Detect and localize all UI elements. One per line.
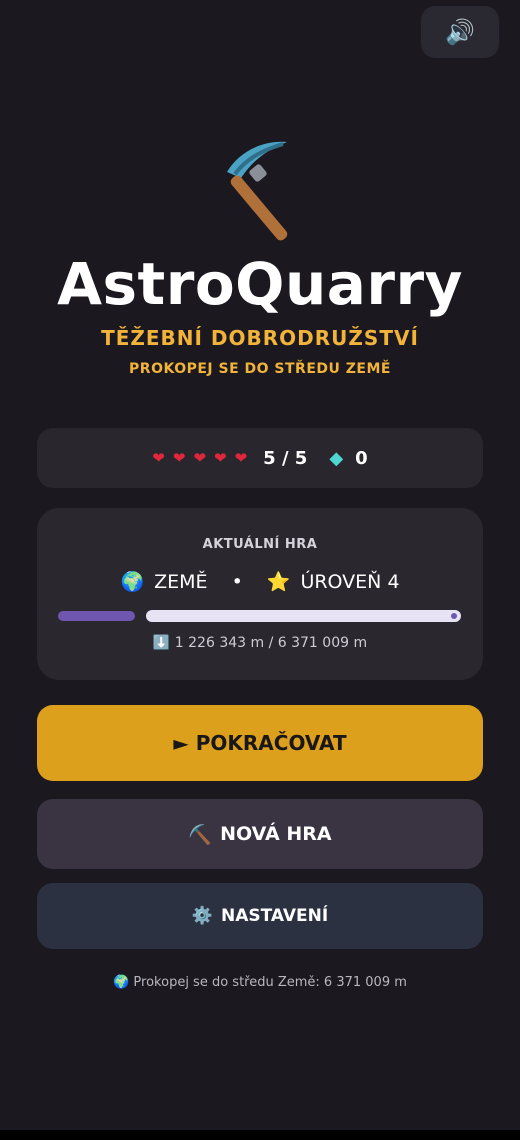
current-game-label: AKTUÁLNÍ HRA	[202, 537, 318, 552]
lives-count: 5 / 5	[263, 447, 308, 469]
depth-progress-track	[146, 610, 461, 622]
sound-toggle-button[interactable]: 🔊	[421, 6, 499, 58]
heart-icon: ❤	[172, 449, 186, 467]
footer-hint: 🌍 Prokopej se do středu Země: 6 371 009 …	[0, 975, 520, 990]
pickaxe-small-icon: ⛏️	[188, 823, 213, 846]
stats-bar: ❤ ❤ ❤ ❤ ❤ 5 / 5 ◆ 0	[37, 428, 483, 488]
earth-icon: 🌍	[120, 571, 145, 593]
bottom-bar	[0, 1130, 520, 1140]
planet-name: ZEMĚ	[154, 570, 208, 593]
gem-icon: ◆	[329, 447, 344, 469]
game-info-row: 🌍 ZEMĚ • ⭐ ÚROVEŇ 4	[37, 570, 483, 594]
continue-label: ► POKRAČOVAT	[173, 731, 347, 755]
game-title: AstroQuarry	[57, 250, 463, 318]
depth-progress-bar	[58, 610, 461, 622]
heart-icon: ❤	[152, 449, 165, 467]
footer-text: Prokopej se do středu Země: 6 371 009 m	[133, 975, 407, 990]
progress-end-dot	[451, 613, 457, 619]
speaker-icon: 🔊	[445, 18, 475, 46]
level-label: ÚROVEŇ 4	[300, 570, 400, 593]
continue-button[interactable]: ► POKRAČOVAT	[37, 705, 483, 781]
down-arrow-icon: ⬇️	[152, 635, 171, 651]
game-subtitle: TĚŽEBNÍ DOBRODRUŽSTVÍ	[101, 326, 419, 350]
current-game-card: AKTUÁLNÍ HRA 🌍 ZEMĚ • ⭐ ÚROVEŇ 4 ⬇️ 1 22…	[37, 508, 483, 680]
game-tagline: PROKOPEJ SE DO STŘEDU ZEMĚ	[129, 361, 391, 377]
settings-button[interactable]: ⚙️ NASTAVENÍ	[37, 883, 483, 949]
heart-icon: ❤	[193, 449, 207, 467]
depth-value: 1 226 343 m / 6 371 009 m	[174, 635, 368, 651]
new-game-button[interactable]: ⛏️ NOVÁ HRA	[37, 799, 483, 869]
depth-readout: ⬇️ 1 226 343 m / 6 371 009 m	[37, 635, 483, 651]
hearts: ❤ ❤ ❤ ❤ ❤	[152, 449, 247, 467]
gem-count: 0	[355, 447, 368, 469]
globe-icon: 🌍	[113, 975, 130, 990]
settings-label: NASTAVENÍ	[220, 906, 329, 926]
separator: •	[231, 570, 243, 593]
heart-icon: ❤	[214, 449, 227, 467]
depth-progress-fill	[58, 611, 136, 621]
pickaxe-icon	[227, 141, 288, 241]
gear-icon: ⚙️	[191, 906, 213, 926]
heart-icon: ❤	[234, 449, 248, 467]
star-icon: ⭐	[266, 571, 291, 593]
new-game-label: NOVÁ HRA	[220, 823, 332, 845]
